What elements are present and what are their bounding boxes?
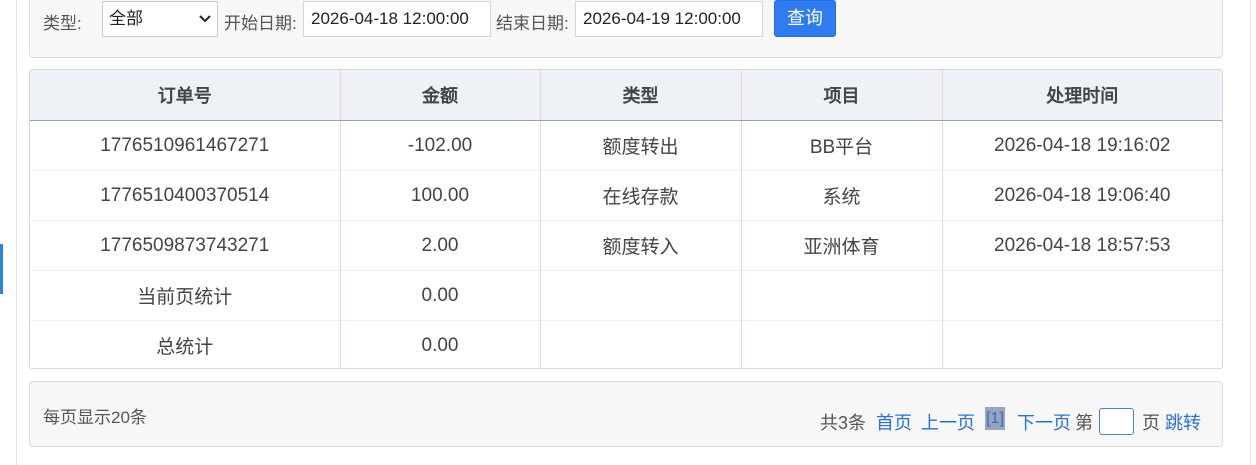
table-row: 1776510400370514 100.00 在线存款 系统 2026-04-… bbox=[30, 170, 1222, 221]
page-prefix: 第 bbox=[1075, 413, 1093, 433]
empty-cell bbox=[540, 270, 742, 321]
empty-cell bbox=[942, 270, 1222, 321]
filter-panel: 类型: 全部 开始日期: 2026-04-18 12:00:00 结束日期: 2… bbox=[29, 0, 1223, 58]
total-count: 共3条 bbox=[820, 413, 867, 433]
page-suffix: 页 bbox=[1142, 413, 1160, 433]
header-type: 类型 bbox=[540, 70, 742, 121]
cell-order-no: 1776509873743271 bbox=[30, 220, 341, 271]
next-page-link[interactable]: 下一页 bbox=[1017, 409, 1071, 435]
table-header-row: 订单号 金额 类型 项目 处理时间 bbox=[30, 70, 1222, 121]
page-summary-label: 当前页统计 bbox=[30, 270, 341, 321]
end-date-input[interactable]: 2026-04-19 12:00:00 bbox=[575, 1, 763, 37]
cell-item: 亚洲体育 bbox=[741, 220, 943, 271]
per-page-label: 每页显示20条 bbox=[43, 408, 147, 427]
cell-amount: -102.00 bbox=[340, 120, 541, 171]
jump-link[interactable]: 跳转 bbox=[1165, 409, 1201, 435]
start-date-input[interactable]: 2026-04-18 12:00:00 bbox=[303, 1, 491, 37]
sidebar-active-indicator bbox=[0, 244, 3, 294]
cell-item: 系统 bbox=[741, 170, 943, 221]
cell-amount: 2.00 bbox=[340, 220, 541, 271]
pagination-panel: 每页显示20条 共3条 首页 上一页 [1] 下一页 第 页 跳转 bbox=[29, 381, 1223, 447]
cell-process-time: 2026-04-18 19:16:02 bbox=[994, 134, 1171, 156]
total-summary-amount: 0.00 bbox=[340, 320, 541, 368]
header-item: 项目 bbox=[741, 70, 943, 121]
total-summary-row: 总统计 0.00 bbox=[30, 320, 1222, 368]
table-row: 1776509873743271 2.00 额度转入 亚洲体育 2026-04-… bbox=[30, 220, 1222, 271]
cell-type: 额度转入 bbox=[540, 220, 742, 271]
cell-order-no: 1776510961467271 bbox=[30, 120, 341, 171]
page-number-input[interactable] bbox=[1099, 408, 1134, 435]
right-border bbox=[1250, 0, 1251, 465]
start-date-label: 开始日期: bbox=[224, 14, 297, 33]
header-order-no: 订单号 bbox=[30, 70, 341, 121]
header-process-time: 处理时间 bbox=[942, 70, 1222, 121]
query-button[interactable]: 查询 bbox=[774, 0, 836, 37]
cell-amount: 100.00 bbox=[340, 170, 541, 221]
end-date-label: 结束日期: bbox=[496, 14, 569, 33]
cell-type: 额度转出 bbox=[540, 120, 742, 171]
cell-item: BB平台 bbox=[741, 120, 943, 171]
empty-cell bbox=[741, 270, 943, 321]
total-summary-label: 总统计 bbox=[30, 320, 341, 368]
empty-cell bbox=[741, 320, 943, 368]
empty-cell bbox=[540, 320, 742, 368]
page-summary-amount: 0.00 bbox=[340, 270, 541, 321]
empty-cell bbox=[942, 320, 1222, 368]
left-border bbox=[16, 0, 17, 465]
type-select-value: 全部 bbox=[109, 9, 143, 28]
header-amount: 金额 bbox=[340, 70, 541, 121]
current-page: [1] bbox=[985, 407, 1005, 430]
orders-table: 订单号 金额 类型 项目 处理时间 1776510961467271 -102.… bbox=[29, 69, 1223, 369]
table-row: 1776510961467271 -102.00 额度转出 BB平台 2026-… bbox=[30, 120, 1222, 171]
page-summary-row: 当前页统计 0.00 bbox=[30, 270, 1222, 321]
cell-process-time: 2026-04-18 19:06:40 bbox=[942, 170, 1222, 221]
type-label: 类型: bbox=[43, 14, 82, 33]
cell-order-no: 1776510400370514 bbox=[30, 170, 341, 221]
type-select[interactable]: 全部 bbox=[102, 1, 218, 37]
prev-page-link[interactable]: 上一页 bbox=[921, 409, 975, 435]
chevron-down-icon bbox=[199, 15, 211, 23]
cell-type: 在线存款 bbox=[540, 170, 742, 221]
cell-process-time: 2026-04-18 18:57:53 bbox=[942, 220, 1222, 271]
first-page-link[interactable]: 首页 bbox=[876, 409, 912, 435]
